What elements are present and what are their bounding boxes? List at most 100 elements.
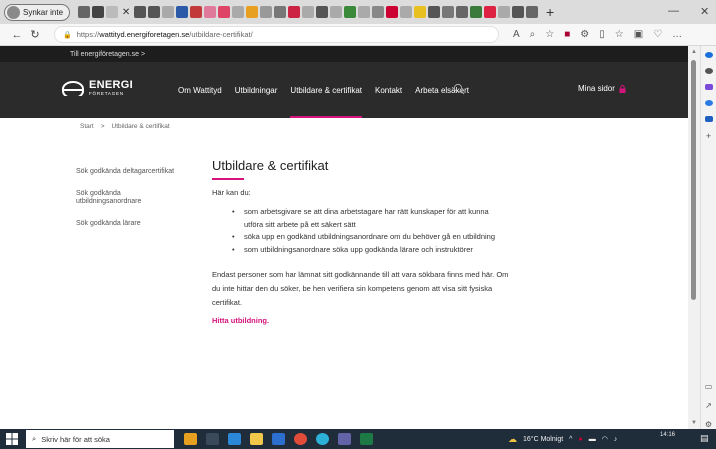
- excel-app-icon[interactable]: [360, 433, 373, 445]
- hitta-utbildning-link[interactable]: Hitta utbildning.: [212, 316, 269, 325]
- windows-start-icon[interactable]: [6, 433, 18, 445]
- word-app-icon[interactable]: [272, 433, 285, 445]
- shopping-icon[interactable]: [704, 84, 713, 90]
- tab-favicon[interactable]: [526, 6, 539, 18]
- tab-favicon[interactable]: [106, 6, 119, 18]
- url-prefix: https://: [76, 30, 100, 39]
- nav-utbildare-certifikat[interactable]: Utbildare & certifikat: [290, 62, 362, 118]
- sidebar-settings-icon[interactable]: ⚙: [705, 420, 712, 429]
- site-logo[interactable]: ENERGI FÖRETAGEN: [61, 80, 133, 97]
- tab-favicon[interactable]: [316, 6, 329, 18]
- refresh-icon[interactable]: ↻: [26, 28, 44, 41]
- search-icon[interactable]: [453, 83, 465, 95]
- scroll-down-icon[interactable]: ▼: [691, 420, 697, 426]
- tab-favicon[interactable]: [232, 6, 245, 18]
- sidenav-utbildningsanordnare[interactable]: Sök godkända utbildningsanordnare: [76, 190, 168, 206]
- energiforetagen-link[interactable]: Till energiföretagen.se >: [70, 51, 145, 58]
- weather-text[interactable]: 16°C Molnigt: [523, 436, 563, 443]
- taskbar-search-input[interactable]: ⌕ Skriv här för att söka: [26, 430, 174, 448]
- tab-favicon[interactable]: [176, 6, 189, 18]
- copilot-icon[interactable]: [704, 52, 713, 58]
- volume-icon[interactable]: ♪: [614, 436, 618, 443]
- tab-favicon[interactable]: [330, 6, 343, 18]
- new-tab-icon[interactable]: +: [543, 4, 557, 20]
- tab-favicon[interactable]: [190, 6, 203, 18]
- more-menu-icon[interactable]: …: [672, 29, 682, 40]
- tray-chevron-icon[interactable]: ^: [569, 436, 572, 443]
- wifi-icon[interactable]: ◠: [602, 435, 608, 443]
- sidenav-larare[interactable]: Sök godkända lärare: [76, 220, 196, 228]
- tab-favicon[interactable]: [386, 6, 399, 18]
- external-link-icon[interactable]: ↗: [705, 401, 712, 410]
- chrome-app-icon[interactable]: [294, 433, 307, 445]
- outlook-app-icon[interactable]: [228, 433, 241, 445]
- tab-favicon[interactable]: [456, 6, 469, 18]
- tab-favicon[interactable]: [134, 6, 147, 18]
- sidenav-deltagarcertifikat[interactable]: Sök godkända deltagarcertifikat: [76, 168, 196, 176]
- scroll-thumb[interactable]: [691, 60, 696, 300]
- tools-icon[interactable]: [704, 100, 713, 106]
- page-title: Utbildare & certifikat: [212, 158, 329, 173]
- close-tab-icon[interactable]: ✕: [120, 7, 132, 18]
- split-screen-icon[interactable]: ▯: [599, 29, 605, 40]
- tab-favicon[interactable]: [498, 6, 511, 18]
- teams-app-icon[interactable]: [338, 433, 351, 445]
- tab-favicon[interactable]: [204, 6, 217, 18]
- tab-favicon[interactable]: [218, 6, 231, 18]
- tab-favicon[interactable]: [358, 6, 371, 18]
- weather-icon[interactable]: ☁: [508, 434, 517, 445]
- toolbar-icons: A ⌕ ☆ ■ ⚙ ▯ ☆ ▣ ♡ …: [513, 29, 682, 40]
- nav-utbildningar[interactable]: Utbildningar: [235, 62, 278, 118]
- tab-favicon[interactable]: [414, 6, 427, 18]
- search-icon[interactable]: [704, 68, 713, 74]
- tab-actions-icon[interactable]: [92, 6, 105, 18]
- tab-favicon[interactable]: [148, 6, 161, 18]
- browser-essentials-icon[interactable]: ♡: [653, 29, 662, 40]
- scroll-up-icon[interactable]: ▲: [691, 49, 697, 55]
- tab-favicon[interactable]: [372, 6, 385, 18]
- tab-favicon[interactable]: [288, 6, 301, 18]
- tab-favicon[interactable]: [162, 6, 175, 18]
- task-view-icon[interactable]: [206, 433, 219, 445]
- file-explorer-icon[interactable]: [250, 433, 263, 445]
- notifications-icon[interactable]: ▤: [700, 433, 709, 444]
- nav-om-wattityd[interactable]: Om Wattityd: [178, 62, 222, 118]
- edge-app-icon[interactable]: [316, 433, 329, 445]
- network-icon[interactable]: ▬: [589, 436, 596, 443]
- close-window-icon[interactable]: ✕: [700, 5, 709, 18]
- tab-favicon[interactable]: [428, 6, 441, 18]
- hide-sidebar-icon[interactable]: ▭: [705, 382, 713, 391]
- favorites-icon[interactable]: ☆: [615, 29, 624, 40]
- add-sidebar-app-icon[interactable]: +: [706, 132, 711, 141]
- back-icon[interactable]: ←: [8, 29, 26, 41]
- taskbar-clock[interactable]: 14:16: [660, 431, 675, 439]
- outlook-icon[interactable]: [704, 116, 713, 122]
- minimize-icon[interactable]: —: [668, 5, 679, 17]
- tab-favicon[interactable]: [512, 6, 525, 18]
- profile-button[interactable]: Synkar inte: [4, 3, 71, 21]
- extensions-icon[interactable]: ⚙: [580, 29, 589, 40]
- breadcrumb-start[interactable]: Start: [80, 123, 94, 130]
- collections-icon[interactable]: ▣: [634, 29, 643, 40]
- url-input[interactable]: 🔒 https://wattityd.energiforetagen.se/ut…: [54, 26, 499, 43]
- tab-favicon[interactable]: [302, 6, 315, 18]
- page-scrollbar[interactable]: ▲ ▼: [688, 46, 700, 429]
- mina-sidor-link[interactable]: Mina sidor: [578, 84, 626, 93]
- zoom-icon[interactable]: ⌕: [530, 29, 536, 40]
- tab-favicon[interactable]: [246, 6, 259, 18]
- extension-icon[interactable]: ■: [564, 29, 570, 40]
- tab-favicon[interactable]: [344, 6, 357, 18]
- workspaces-icon[interactable]: [78, 6, 91, 18]
- info-paragraph: Endast personer som har lämnat sitt godk…: [212, 270, 509, 307]
- favorite-star-icon[interactable]: ☆: [545, 29, 554, 40]
- tab-favicon[interactable]: [442, 6, 455, 18]
- tray-app-icon[interactable]: ●: [578, 436, 582, 443]
- tab-favicon[interactable]: [274, 6, 287, 18]
- tab-favicon[interactable]: [484, 6, 497, 18]
- tab-favicon[interactable]: [260, 6, 273, 18]
- tab-favicon[interactable]: [470, 6, 483, 18]
- nav-kontakt[interactable]: Kontakt: [375, 62, 402, 118]
- briefcase-app-icon[interactable]: [184, 433, 197, 445]
- tab-favicon[interactable]: [400, 6, 413, 18]
- read-aloud-icon[interactable]: A: [513, 29, 520, 40]
